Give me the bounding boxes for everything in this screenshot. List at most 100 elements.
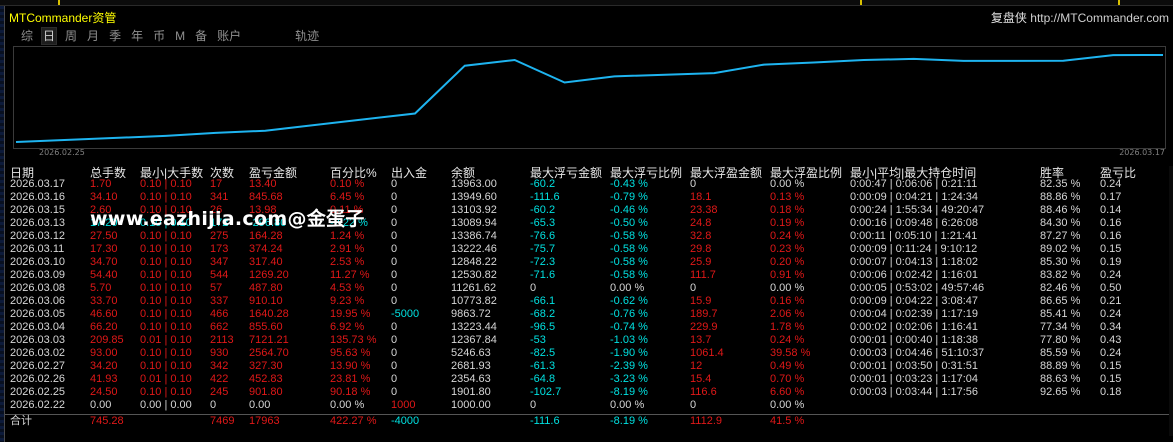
cell-minmax: 0.10 | 0.10 (140, 191, 192, 203)
cell-mflp: -8.19 % (610, 386, 648, 398)
cell-pct: 6.92 % (330, 321, 365, 333)
cell-lots: 93.00 (90, 347, 118, 359)
table-row[interactable]: 2026.03.08 5.70 0.10 | 0.10 57 487.80 4.53 % 0… (5, 282, 1173, 295)
table-row[interactable]: 2026.03.05 46.60 0.10 | 0.10 466 1640.28 19.9… (5, 308, 1173, 321)
period-tabs: 综日周月季年币 M 备账户 轨迹 (20, 27, 328, 45)
table-row[interactable]: 2026.03.16 34.10 0.10 | 0.10 341 845.68 6.45 … (5, 191, 1173, 204)
total-max-float-profit: 1112.9 (690, 415, 723, 427)
cell-mfp: 29.8 (690, 243, 712, 255)
tab-4[interactable]: 季 (108, 28, 122, 44)
total-pnl: 17963 (249, 415, 280, 427)
cell-mfp: 13.7 (690, 334, 712, 346)
table-row[interactable]: 2026.03.03 209.85 0.01 | 0.10 2113 7121.21 13… (5, 334, 1173, 347)
cell-lots: 1.70 (90, 178, 112, 190)
table-row[interactable]: 2026.03.09 54.40 0.10 | 0.10 544 1269.20 11.2… (5, 269, 1173, 282)
table-row[interactable]: 2026.02.27 34.20 0.10 | 0.10 342 327.30 13.90… (5, 360, 1173, 373)
tab-1[interactable]: 日 (41, 27, 58, 45)
total-deposit-withdraw: -4000 (391, 415, 420, 427)
vertical-scrollbar[interactable] (1169, 166, 1173, 436)
tab-0[interactable]: 综 (20, 28, 34, 44)
cell-mfpp: 2.06 % (770, 308, 805, 320)
total-percent: 422.27 % (330, 415, 377, 427)
cell-mfpp: 0.18 % (770, 204, 805, 216)
cell-time: 0:00:06 | 0:02:42 | 1:16:01 (850, 269, 979, 281)
cell-pnl: 317.40 (249, 256, 283, 268)
cell-mfp: 0 (690, 178, 697, 190)
cell-minmax: 0.10 | 0.10 (140, 230, 192, 242)
cell-mfl: -61.3 (530, 360, 556, 372)
chart-start-date: 2026.02.25 (39, 148, 85, 157)
brand-link[interactable]: 复盘侠 http://MTCommander.com (991, 9, 1169, 26)
cell-mfp: 15.9 (690, 295, 712, 307)
cell-win: 86.65 % (1040, 295, 1081, 307)
cell-ratio: 0.16 (1100, 217, 1122, 229)
cell-mflp: 0.00 % (610, 282, 645, 294)
cell-balance: 13949.60 (451, 191, 497, 203)
cell-pct: 135.73 % (330, 334, 377, 346)
cell-date: 2026.02.26 (10, 373, 66, 385)
cell-pct: 11.27 % (330, 269, 370, 281)
cell-pnl: 2564.70 (249, 347, 289, 359)
table-row[interactable]: 2026.03.12 27.50 0.10 | 0.10 275 164.28 1.24 … (5, 230, 1173, 243)
tab-5[interactable]: 年 (130, 28, 144, 44)
cell-minmax: 0.10 | 0.10 (140, 360, 192, 372)
chart-end-date: 2026.03.17 (1119, 148, 1165, 157)
cell-count: 544 (210, 269, 229, 281)
cell-balance: 5246.63 (451, 347, 491, 359)
cell-ratio: 0.19 (1100, 256, 1122, 268)
cell-lots: 33.70 (90, 295, 118, 307)
equity-chart (13, 46, 1166, 149)
cell-balance: 1901.80 (451, 386, 491, 398)
table-row[interactable]: 2026.02.25 24.50 0.10 | 0.10 245 901.80 90.18… (5, 386, 1173, 399)
tab-3[interactable]: 月 (86, 28, 100, 44)
equity-chart-svg (15, 54, 1164, 143)
strip-marker (1118, 0, 1120, 5)
cell-date: 2026.03.13 (10, 217, 66, 229)
cell-mflp: -0.76 % (610, 308, 648, 320)
cell-mfp: 25.9 (690, 256, 712, 268)
tab-8[interactable]: 备 (194, 28, 208, 44)
cell-count: 17 (210, 178, 223, 190)
cell-date: 2026.03.11 (10, 243, 65, 255)
cell-io: 0 (391, 256, 398, 268)
cell-time: 0:00:01 | 0:00:40 | 1:18:38 (850, 334, 979, 346)
cell-count: 0 (210, 399, 217, 411)
table-row[interactable]: 2026.03.10 34.70 0.10 | 0.10 347 317.40 2.53 … (5, 256, 1173, 269)
total-max-float-loss: -111.6 (530, 415, 560, 427)
cell-minmax: 0.10 | 0.10 (140, 269, 192, 281)
cell-lots: 17.30 (90, 243, 118, 255)
cell-lots: 5.70 (90, 282, 112, 294)
table-row[interactable]: 2026.02.22 0.00 0.00 | 0.00 0 0.00 0.00 % 1000… (5, 399, 1173, 412)
cell-balance: 13386.74 (451, 230, 497, 242)
table-row[interactable]: 2026.03.04 66.20 0.10 | 0.10 662 855.60 6.92 … (5, 321, 1173, 334)
tab-10[interactable]: 轨迹 (294, 28, 320, 44)
tab-9[interactable]: 账户 (216, 28, 242, 44)
cell-mfpp: 0.23 % (770, 243, 805, 255)
tab-6[interactable]: 币 (152, 28, 166, 44)
cell-mfl: -53 (530, 334, 546, 346)
table-row[interactable]: 2026.02.26 41.93 0.01 | 0.10 422 452.83 23.81… (5, 373, 1173, 386)
cell-mfp: 15.4 (690, 373, 712, 385)
cell-lots: 209.85 (90, 334, 124, 346)
cell-pnl: 487.80 (249, 282, 283, 294)
cell-mfl: -64.8 (530, 373, 556, 385)
equity-line (15, 54, 1164, 143)
cell-pnl: 0.00 (249, 399, 271, 411)
cell-balance: 13963.00 (451, 178, 497, 190)
tab-2[interactable]: 周 (64, 28, 78, 44)
cell-io: 0 (391, 334, 398, 346)
cell-mfl: -75.7 (530, 243, 556, 255)
table-row[interactable]: 2026.03.02 93.00 0.10 | 0.10 930 2564.70 95.6… (5, 347, 1173, 360)
table-row[interactable]: 2026.03.06 33.70 0.10 | 0.10 337 910.10 9.23 … (5, 295, 1173, 308)
cell-win: 89.02 % (1040, 243, 1081, 255)
cell-win: 77.80 % (1040, 334, 1081, 346)
table-row[interactable]: 2026.03.17 1.70 0.10 | 0.10 17 13.40 0.10 % 0 1… (5, 178, 1173, 191)
cell-mfpp: 1.78 % (770, 321, 805, 333)
cell-mfl: -66.1 (530, 295, 556, 307)
cell-mfl: -82.5 (530, 347, 556, 359)
table-row[interactable]: 2026.03.11 17.30 0.10 | 0.10 173 374.24 2.91 … (5, 243, 1173, 256)
cell-lots: 27.50 (90, 230, 118, 242)
cell-balance: 2681.93 (451, 360, 491, 372)
total-label: 合计 (10, 415, 32, 427)
tab-7[interactable]: M (174, 28, 186, 44)
